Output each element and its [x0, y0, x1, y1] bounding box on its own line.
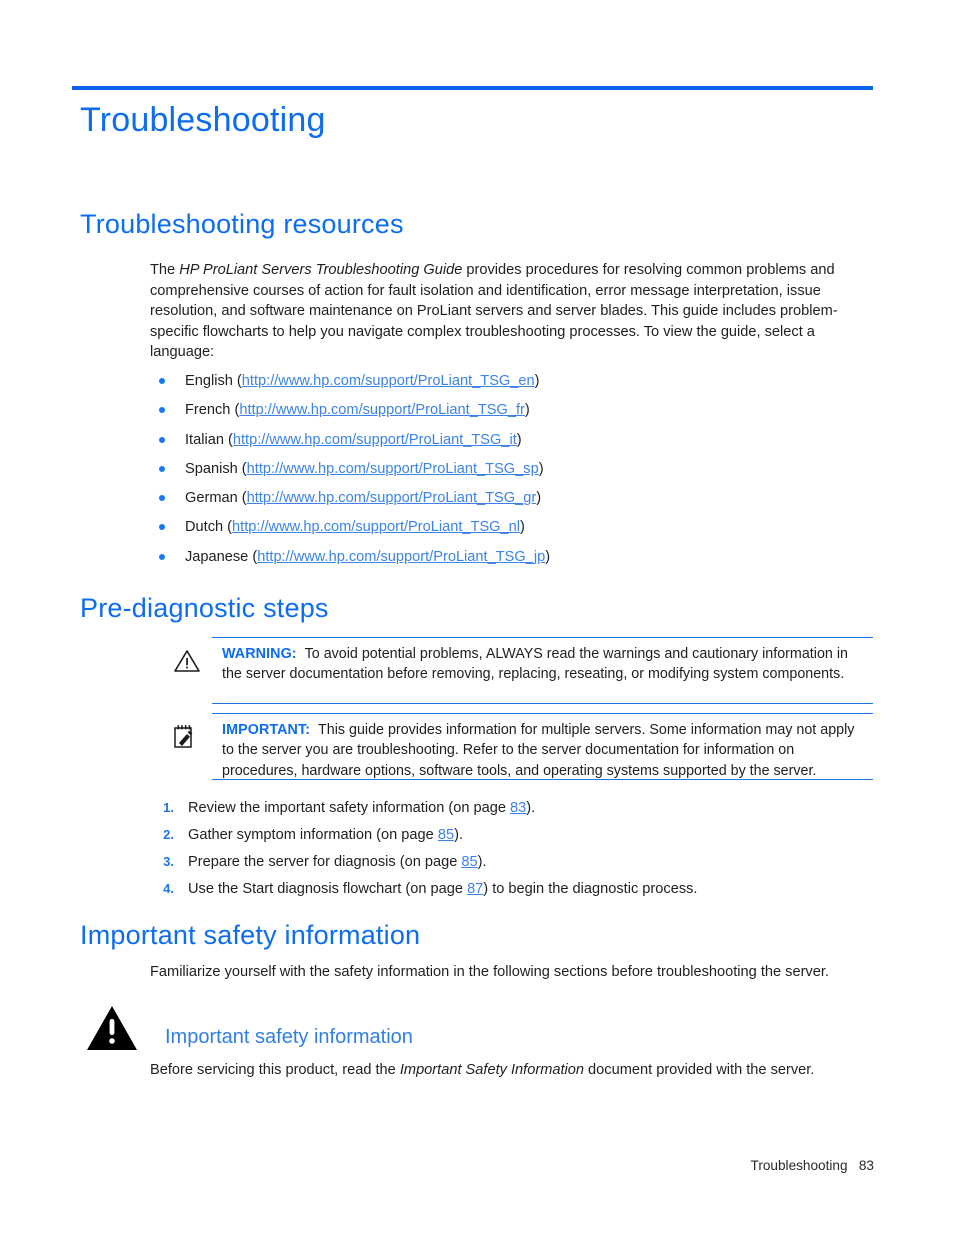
language-label: Italian [185, 431, 224, 448]
list-item: 3. Prepare the server for diagnosis (on p… [150, 852, 890, 879]
step-text: Gather symptom information (on page [188, 827, 438, 843]
list-item: English (http://www.hp.com/support/ProLi… [150, 371, 870, 400]
list-item: French (http://www.hp.com/support/ProLia… [150, 400, 870, 429]
step-number: 4. [163, 881, 174, 896]
step-text-end: ). [526, 800, 536, 816]
page-top-rule [72, 86, 873, 90]
language-label: English [185, 373, 233, 389]
step-text: Review the important safety information … [188, 800, 511, 816]
bullet-icon [159, 465, 165, 472]
language-label: Dutch [185, 519, 224, 536]
list-item: Italian (http://www.hp.com/support/ProLi… [150, 430, 870, 459]
step-number: 3. [163, 854, 174, 869]
bullet-icon [159, 436, 165, 443]
language-url-link[interactable]: http://www.hp.com/support/ProLiant_TSG_n… [232, 519, 520, 535]
footer-page-number: 83 [858, 1158, 874, 1173]
language-label: Japanese [185, 548, 249, 565]
important-label: IMPORTANT: [222, 722, 311, 738]
step-number: 2. [163, 827, 174, 842]
page-cross-reference[interactable]: 87 [467, 881, 483, 897]
bullet-icon [159, 524, 165, 531]
list-item: 2. Gather symptom information (on page 85… [150, 825, 890, 852]
step-text-end: ). [477, 854, 487, 870]
intro-text-part1: The [150, 262, 180, 278]
footer-chapter-label: Troubleshooting [750, 1158, 848, 1173]
important-notice-text: IMPORTANT: This guide provides informati… [212, 714, 873, 781]
solid-warning-triangle-icon [87, 1006, 137, 1050]
step-text: Use the Start diagnosis flowchart (on pa… [188, 881, 468, 897]
list-item: 1. Review the important safety informatio… [150, 798, 890, 825]
warning-triangle-icon [174, 650, 200, 672]
pre-diagnostic-steps-list: 1. Review the important safety informatio… [150, 798, 890, 906]
heading-troubleshooting-resources: Troubleshooting resources [80, 209, 404, 239]
language-url-link[interactable]: http://www.hp.com/support/ProLiant_TSG_i… [233, 432, 517, 448]
warning-label: WARNING: [222, 646, 297, 662]
language-url-link[interactable]: http://www.hp.com/support/ProLiant_TSG_g… [247, 490, 537, 506]
language-label: French [185, 402, 231, 419]
list-item: 4. Use the Start diagnosis flowchart (on … [150, 879, 890, 906]
list-item: Japanese (http://www.hp.com/support/ProL… [150, 547, 870, 576]
page-cross-reference[interactable]: 85 [461, 854, 477, 870]
language-label: Spanish [185, 460, 238, 477]
language-url-link[interactable]: http://www.hp.com/support/ProLiant_TSG_f… [239, 402, 525, 418]
document-page: Troubleshooting Troubleshooting resource… [0, 0, 954, 1235]
bullet-icon [159, 407, 165, 414]
language-link-list: English (http://www.hp.com/support/ProLi… [150, 371, 870, 576]
resources-intro-paragraph: The HP ProLiant Servers Troubleshooting … [150, 260, 867, 363]
important-body: This guide provides information for mult… [222, 722, 855, 779]
list-item: Spanish (http://www.hp.com/support/ProLi… [150, 459, 870, 488]
step-text-end: ) to begin the diagnostic process. [483, 881, 698, 897]
warning-notice-box: WARNING: To avoid potential problems, AL… [212, 637, 873, 704]
language-label: German [185, 490, 238, 507]
bullet-icon [159, 553, 165, 560]
bullet-icon [159, 495, 165, 502]
bullet-icon [159, 378, 165, 384]
step-number: 1. [163, 800, 174, 815]
page-cross-reference[interactable]: 85 [438, 827, 454, 843]
safety-body-paragraph: Before servicing this product, read the … [150, 1060, 890, 1081]
step-text: Prepare the server for diagnosis (on pag… [188, 854, 462, 870]
important-notice-box: IMPORTANT: This guide provides informati… [212, 713, 873, 780]
safety-intro-paragraph: Familiarize yourself with the safety inf… [150, 964, 829, 980]
safety-document-title: Important Safety Information [399, 1062, 584, 1078]
heading-pre-diagnostic-steps: Pre-diagnostic steps [80, 593, 329, 623]
heading-important-safety-information: Important safety information [80, 920, 421, 950]
page-footer: Troubleshooting 83 [751, 1158, 874, 1173]
warning-body: To avoid potential problems, ALWAYS read… [222, 646, 848, 683]
intro-guide-title: HP ProLiant Servers Troubleshooting Guid… [179, 262, 463, 278]
list-item: Dutch (http://www.hp.com/support/ProLian… [150, 517, 870, 546]
page-title: Troubleshooting [80, 101, 326, 139]
page-cross-reference[interactable]: 83 [510, 800, 526, 816]
safety-text-part1: Before servicing this product, read the [150, 1062, 400, 1078]
step-text-end: ). [454, 827, 463, 843]
list-item: German (http://www.hp.com/support/ProLia… [150, 488, 870, 517]
language-url-link[interactable]: http://www.hp.com/support/ProLiant_TSG_s… [247, 461, 539, 477]
safety-text-part2: document provided with the server. [584, 1062, 815, 1078]
language-url-link[interactable]: http://www.hp.com/support/ProLiant_TSG_j… [257, 549, 545, 565]
subheading-important-safety-information: Important safety information [165, 1026, 413, 1048]
warning-notice-text: WARNING: To avoid potential problems, AL… [212, 638, 873, 685]
notepad-pencil-icon [174, 725, 193, 748]
language-url-link[interactable]: http://www.hp.com/support/ProLiant_TSG_e… [242, 373, 535, 389]
